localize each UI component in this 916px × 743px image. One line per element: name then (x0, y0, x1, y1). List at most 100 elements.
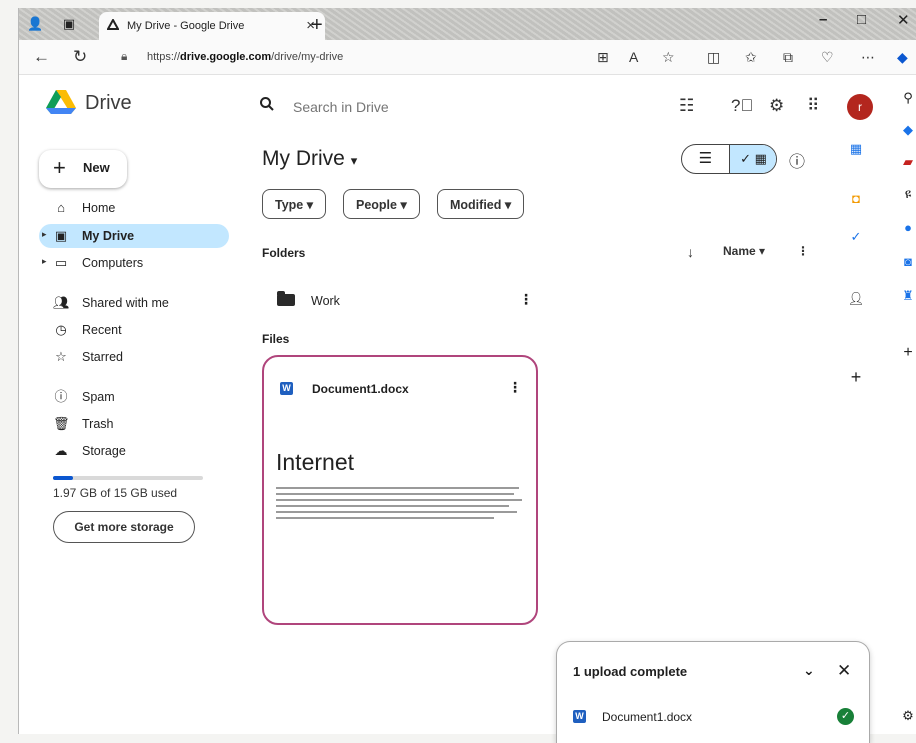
upload-row[interactable]: W Document1.docx ✓ (557, 700, 869, 740)
search-input[interactable] (293, 99, 493, 115)
close-icon[interactable]: ✕ (837, 661, 851, 681)
sort-direction-icon[interactable]: ↓ (687, 244, 694, 260)
sidebar-item-my-drive[interactable]: ▸ ▣ My Drive (39, 224, 229, 248)
new-tab-button[interactable]: + (311, 14, 323, 37)
home-icon: ⌂ (57, 200, 65, 215)
copilot-icon[interactable]: ◆ (897, 49, 908, 66)
add-sidebar-app-icon[interactable]: + (899, 344, 916, 362)
file-name: Document1.docx (312, 382, 409, 396)
favorites-icon[interactable]: ✩ (745, 49, 757, 66)
tasks-icon[interactable]: ✓ (847, 228, 865, 246)
new-button[interactable]: + New (39, 150, 127, 188)
workspaces-icon[interactable]: ▣ (61, 16, 77, 32)
split-screen-icon[interactable]: ◫ (707, 49, 720, 66)
sidebar-settings-icon[interactable]: ⚙ (899, 708, 916, 724)
url-path: /drive/my-drive (271, 51, 344, 63)
office-icon[interactable]: ● (899, 220, 916, 235)
more-options-icon[interactable]: ⋮ (519, 291, 533, 308)
collections-icon[interactable]: ⧉ (783, 49, 793, 66)
get-more-storage-button[interactable]: Get more storage (53, 511, 195, 543)
sort-more-icon[interactable]: ⋮ (797, 244, 809, 258)
info-icon[interactable]: ⓘ (789, 148, 805, 172)
sidebar-item-label: Recent (82, 323, 122, 337)
caret-down-icon: ▾ (350, 153, 358, 168)
people-icon[interactable]: ዩ (899, 186, 916, 202)
maximize-button[interactable]: □ (857, 11, 866, 28)
storage-bar (53, 476, 203, 480)
spam-icon: ⓘ (54, 389, 68, 404)
clock-icon: ◷ (55, 322, 67, 337)
search-options-icon[interactable]: ☷ (679, 96, 694, 116)
expand-arrow-icon[interactable]: ▸ (42, 256, 47, 267)
browser-window: 👤 ▣ My Drive - Google Drive × + – □ ✕ ← … (18, 8, 916, 743)
storage-text: 1.97 GB of 15 GB used (53, 486, 178, 500)
grid-view-icon[interactable]: ✓ ▦ (729, 145, 776, 173)
chip-label: People (356, 197, 397, 212)
sidebar-item-label: Spam (82, 390, 115, 404)
apps-grid-icon[interactable]: ⠿ (807, 96, 819, 116)
drive-logo-icon[interactable] (45, 88, 77, 116)
favorite-star-icon[interactable]: ☆ (662, 49, 675, 66)
help-icon[interactable]: ?⃝ (731, 96, 753, 116)
sidebar-item-spam[interactable]: ⓘ Spam (39, 385, 229, 409)
title-bar: 👤 ▣ My Drive - Google Drive × + – □ ✕ (19, 8, 916, 40)
list-view-icon[interactable]: ☰ (682, 145, 729, 173)
search-sidebar-icon[interactable]: ⚲ (899, 90, 916, 106)
extensions-icon[interactable]: ♡ (821, 49, 834, 66)
profile-icon[interactable]: 👤 (27, 16, 43, 32)
sidebar-item-recent[interactable]: ◷ Recent (39, 318, 229, 342)
filter-modified-chip[interactable]: Modified ▾ (437, 189, 525, 219)
browser-tab[interactable]: My Drive - Google Drive × (99, 12, 325, 40)
games-icon[interactable]: ♜ (899, 288, 916, 304)
close-window-button[interactable]: ✕ (897, 11, 910, 29)
chevron-down-icon[interactable]: ⌄ (803, 662, 815, 679)
sidebar-item-storage[interactable]: ☁ Storage (39, 439, 229, 463)
filter-people-chip[interactable]: People ▾ (343, 189, 420, 219)
sidebar-item-label: Storage (82, 444, 126, 458)
app-name[interactable]: Drive (85, 92, 132, 115)
search-icon[interactable] (259, 96, 275, 112)
page-title-text: My Drive (262, 147, 345, 170)
more-options-icon[interactable]: ⋮ (508, 379, 522, 396)
url-field[interactable]: https://drive.google.com/drive/my-drive (147, 51, 343, 63)
folder-item[interactable]: Work ⋮ (277, 286, 533, 316)
sidebar-item-trash[interactable]: 🗑︎ Trash (39, 412, 229, 436)
minimize-button[interactable]: – (819, 11, 827, 28)
tools-icon[interactable]: ▰ (899, 154, 916, 170)
sort-by-name[interactable]: Name ▾ (723, 244, 765, 258)
tab-title: My Drive - Google Drive (127, 20, 245, 32)
star-icon: ☆ (55, 349, 67, 364)
upload-toast: 1 upload complete ⌄ ✕ W Document1.docx ✓ (556, 641, 870, 743)
folder-icon (277, 291, 295, 306)
sidebar-item-shared[interactable]: 👥︎ Shared with me (39, 291, 229, 315)
edge-tag-icon[interactable]: ◆ (899, 122, 916, 138)
outlook-icon[interactable]: ◙ (899, 254, 916, 269)
address-toolbar: ← ↻ 🔒︎ https://drive.google.com/drive/my… (19, 40, 916, 75)
page-title[interactable]: My Drive ▾ (262, 147, 357, 171)
file-card[interactable]: W Document1.docx ⋮ Internet (262, 355, 538, 625)
url-prefix: https:// (147, 51, 181, 63)
sidebar-item-home[interactable]: ⌂ Home (39, 196, 229, 220)
app-available-icon[interactable]: ⊞ (597, 49, 609, 66)
lock-icon[interactable]: 🔒︎ (121, 49, 127, 64)
word-doc-icon: W (280, 382, 293, 395)
back-icon[interactable]: ← (33, 47, 50, 67)
get-add-ons-icon[interactable]: + (847, 368, 865, 386)
read-aloud-icon[interactable]: A (629, 49, 638, 65)
avatar[interactable]: r (847, 94, 873, 120)
filter-type-chip[interactable]: Type ▾ (262, 189, 326, 219)
chip-label: Type (275, 197, 304, 212)
settings-icon[interactable]: ⚙ (769, 96, 784, 116)
calendar-icon[interactable]: ▦ (847, 140, 865, 158)
sidebar-item-computers[interactable]: ▸ ▭ Computers (39, 251, 229, 275)
expand-arrow-icon[interactable]: ▸ (42, 229, 47, 240)
contacts-icon[interactable]: 👤︎ (847, 290, 865, 308)
more-menu-icon[interactable]: ⋯ (861, 49, 875, 66)
view-toggle[interactable]: ☰ ✓ ▦ (681, 144, 777, 174)
keep-icon[interactable]: ◘ (847, 190, 865, 208)
preview-title: Internet (276, 449, 354, 475)
sidebar-item-starred[interactable]: ☆ Starred (39, 345, 229, 369)
my-drive-icon: ▣ (54, 228, 68, 243)
refresh-icon[interactable]: ↻ (73, 47, 87, 67)
sidebar-item-label: Home (82, 201, 116, 215)
